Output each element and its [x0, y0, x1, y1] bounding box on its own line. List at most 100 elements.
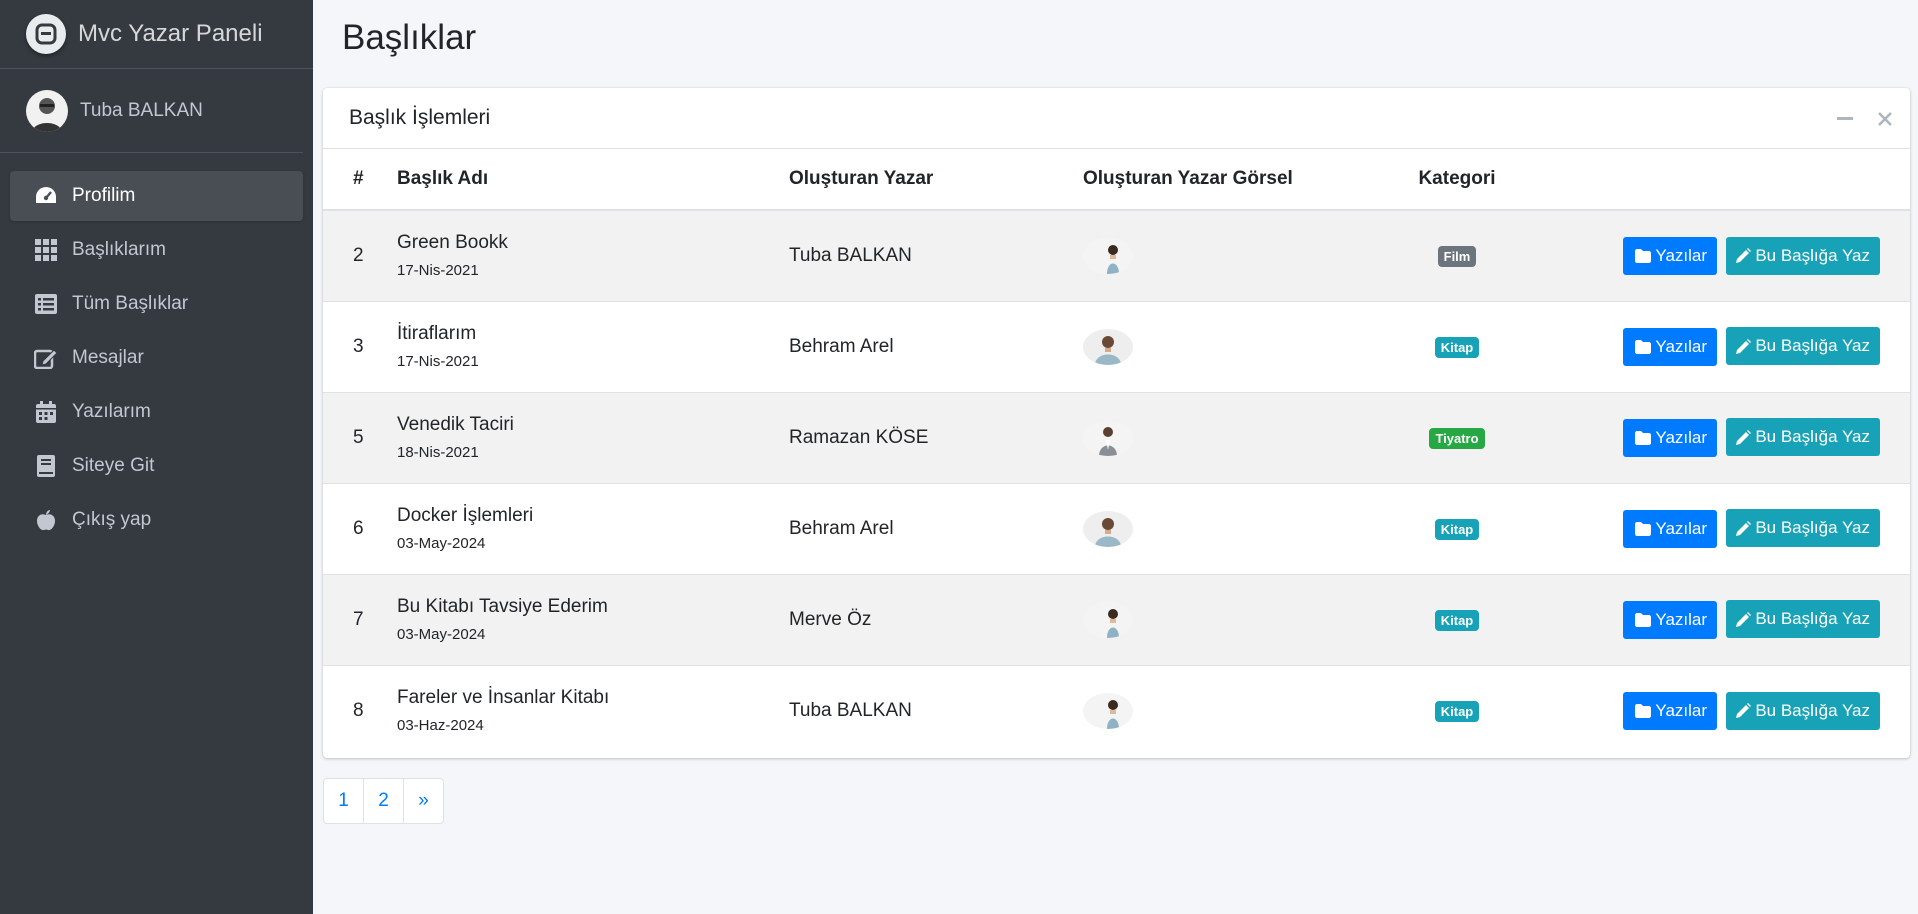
row-date: 03-May-2024 [397, 535, 486, 552]
sidebar-item-cikis-yap[interactable]: Çıkış yap [10, 495, 303, 545]
user-panel[interactable]: Tuba BALKAN [0, 69, 303, 153]
row-category-cell: Kitap [1401, 574, 1513, 665]
table-row: 6 Docker İşlemleri 03-May-2024 Behram Ar… [323, 483, 1910, 574]
collapse-icon[interactable] [1834, 108, 1856, 130]
category-badge: Kitap [1434, 609, 1480, 631]
row-actions: Yazılar Bu Başlığa Yaz [1513, 392, 1910, 483]
row-title: Bu Kitabı Tavsiye Ederim [397, 596, 608, 617]
write-button-label: Bu Başlığa Yaz [1755, 700, 1870, 720]
card-header: Başlık İşlemleri [323, 88, 1910, 149]
card-tools [1834, 108, 1896, 130]
write-to-topic-button[interactable]: Bu Başlığa Yaz [1726, 418, 1880, 457]
row-actions: Yazılar Bu Başlığa Yaz [1513, 574, 1910, 665]
list-icon [34, 292, 58, 316]
row-category-cell: Kitap [1401, 301, 1513, 392]
brand-text: Mvc Yazar Paneli [78, 20, 263, 47]
write-to-topic-button[interactable]: Bu Başlığa Yaz [1726, 509, 1880, 548]
row-title: Docker İşlemleri [397, 505, 534, 526]
row-title-cell: İtiraflarım 17-Nis-2021 [397, 301, 789, 392]
row-id: 2 [353, 244, 364, 266]
col-header-title: Başlık Adı [397, 149, 789, 211]
write-to-topic-button[interactable]: Bu Başlığa Yaz [1726, 236, 1880, 275]
author-avatar [1083, 419, 1133, 456]
write-to-topic-button[interactable]: Bu Başlığa Yaz [1726, 600, 1880, 639]
brand-link[interactable]: Mvc Yazar Paneli [0, 0, 313, 69]
sidebar-item-basliklarim[interactable]: Başlıklarım [10, 225, 303, 275]
row-date: 03-May-2024 [397, 626, 486, 643]
user-name: Tuba BALKAN [80, 99, 203, 121]
posts-button[interactable]: Yazılar [1623, 418, 1718, 457]
sidebar: Mvc Yazar Paneli Tuba BALKAN Profilim Ba… [0, 0, 313, 914]
write-to-topic-button[interactable]: Bu Başlığa Yaz [1726, 327, 1880, 366]
page-link-next[interactable]: » [403, 778, 444, 824]
user-avatar [26, 89, 68, 132]
tachometer-icon [34, 184, 58, 208]
sidebar-item-profilim[interactable]: Profilim [10, 171, 303, 221]
row-author-image-cell [1083, 483, 1401, 574]
row-id: 5 [353, 426, 364, 448]
row-author: Tuba BALKAN [789, 699, 912, 721]
row-id: 6 [353, 517, 364, 539]
sidebar-item-label: Çıkış yap [72, 509, 152, 530]
page-link-2[interactable]: 2 [363, 778, 404, 824]
col-header-category: Kategori [1401, 149, 1513, 211]
row-actions: Yazılar Bu Başlığa Yaz [1513, 301, 1910, 392]
row-title-cell: Bu Kitabı Tavsiye Ederim 03-May-2024 [397, 574, 789, 665]
row-title-cell: Venedik Taciri 18-Nis-2021 [397, 392, 789, 483]
row-category-cell: Kitap [1401, 665, 1513, 756]
write-button-label: Bu Başlığa Yaz [1755, 518, 1870, 538]
topics-card: Başlık İşlemleri # Başlık Adı Oluşturan … [323, 88, 1910, 758]
posts-button-label: Yazılar [1655, 246, 1708, 265]
row-title: Fareler ve İnsanlar Kitabı [397, 687, 610, 709]
col-header-id: # [323, 149, 397, 211]
row-date: 17-Nis-2021 [397, 353, 479, 370]
posts-button[interactable]: Yazılar [1623, 509, 1718, 548]
posts-button-label: Yazılar [1655, 336, 1708, 356]
posts-button-label: Yazılar [1655, 427, 1708, 447]
posts-button[interactable]: Yazılar [1623, 600, 1718, 639]
folder-icon [1635, 521, 1652, 536]
close-icon[interactable] [1874, 108, 1896, 130]
posts-button[interactable]: Yazılar [1623, 327, 1718, 366]
row-author: Behram Arel [789, 335, 894, 357]
sidebar-item-label: Profilim [72, 185, 136, 206]
row-category-cell: Kitap [1401, 483, 1513, 574]
posts-button-label: Yazılar [1655, 518, 1708, 538]
sidebar-item-siteye-git[interactable]: Siteye Git [10, 441, 303, 491]
row-author: Ramazan KÖSE [789, 426, 929, 448]
posts-button[interactable]: Yazılar [1623, 692, 1718, 730]
category-badge: Tiyatro [1429, 427, 1485, 449]
apple-icon [34, 508, 58, 532]
sidebar-item-label: Yazılarım [72, 401, 151, 422]
col-header-actions [1513, 149, 1910, 211]
sidebar-item-label: Tüm Başlıklar [72, 293, 189, 314]
row-author: Merve Öz [789, 608, 872, 630]
sidebar-item-yazilarim[interactable]: Yazılarım [10, 387, 303, 437]
col-header-author-image: Oluşturan Yazar Görsel [1083, 149, 1401, 211]
sidebar-item-tum-basliklar[interactable]: Tüm Başlıklar [10, 279, 303, 329]
category-badge: Kitap [1434, 700, 1480, 722]
row-date: 17-Nis-2021 [397, 262, 479, 280]
page-link-1[interactable]: 1 [323, 778, 364, 824]
calendar-icon [34, 400, 58, 424]
write-to-topic-button[interactable]: Bu Başlığa Yaz [1726, 691, 1880, 730]
pencil-icon [1736, 248, 1752, 263]
author-avatar [1083, 237, 1133, 274]
sidebar-item-label: Siteye Git [72, 455, 155, 476]
author-avatar [1083, 328, 1133, 365]
row-author-image-cell [1083, 210, 1401, 301]
write-button-label: Bu Başlığa Yaz [1755, 336, 1870, 356]
posts-button[interactable]: Yazılar [1623, 237, 1718, 275]
write-button-label: Bu Başlığa Yaz [1755, 609, 1870, 629]
sidebar-item-mesajlar[interactable]: Mesajlar [10, 333, 303, 383]
card-title: Başlık İşlemleri [349, 106, 491, 129]
row-date: 18-Nis-2021 [397, 444, 479, 461]
row-author-image-cell [1083, 665, 1401, 756]
posts-button-label: Yazılar [1655, 609, 1708, 629]
pencil-icon [1736, 611, 1752, 627]
topics-table: # Başlık Adı Oluşturan Yazar Oluşturan Y… [323, 149, 1910, 756]
row-author: Tuba BALKAN [789, 244, 912, 266]
write-button-label: Bu Başlığa Yaz [1755, 427, 1870, 447]
row-author-image-cell [1083, 392, 1401, 483]
sidebar-item-label: Başlıklarım [72, 239, 166, 260]
